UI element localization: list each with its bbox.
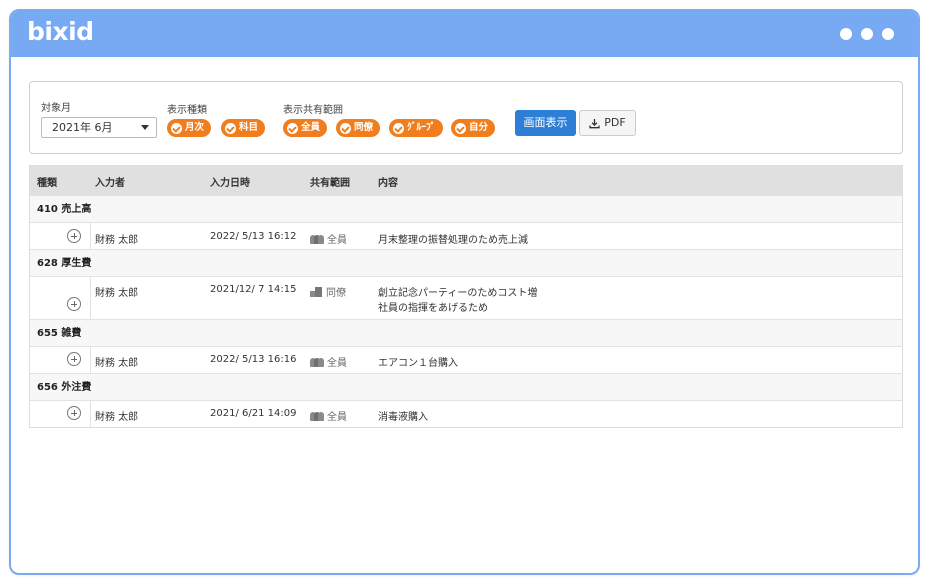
add-comment-icon[interactable] xyxy=(67,229,81,243)
pdf-button-label: PDF xyxy=(604,116,626,129)
comments-table: 種類 入力者 入力日時 共有範囲 内容 410 売上高 財務 太郎 2022/ … xyxy=(29,165,903,428)
add-comment-icon[interactable] xyxy=(67,352,81,366)
title-bar: bixid xyxy=(11,11,918,57)
add-comment-icon[interactable] xyxy=(67,406,81,420)
account-group-title: 628 厚生費 xyxy=(30,249,902,276)
type-label: 表示種類 xyxy=(167,105,207,116)
menu-dot xyxy=(840,28,852,40)
account-group-title: 656 外注費 xyxy=(30,373,902,400)
download-icon xyxy=(589,118,600,128)
display-button[interactable]: 画面表示 xyxy=(515,110,576,136)
scope-label: 全員 xyxy=(327,358,347,369)
scope-cell: 全員 xyxy=(310,231,347,246)
account-group-title: 410 売上高 xyxy=(30,195,902,222)
people-icon xyxy=(310,411,324,421)
bixid-logo: bixid xyxy=(27,17,94,46)
type-chip-account[interactable]: 科目 xyxy=(221,119,266,137)
row-action-cell xyxy=(30,401,91,427)
scope-label: 全員 xyxy=(327,412,347,423)
datetime-cell: 2022/ 5/13 16:12 xyxy=(210,231,297,242)
table-row: 財務 太郎 2022/ 5/13 16:12 全員 月末整理の振替処理のため売上… xyxy=(30,222,902,249)
pdf-button[interactable]: PDF xyxy=(579,110,636,136)
month-select[interactable]: 2021年 6月 xyxy=(41,117,157,138)
header-type: 種類 xyxy=(37,178,57,189)
chip-label: 月次 xyxy=(185,122,205,133)
scope-chip-colleague[interactable]: 同僚 xyxy=(336,119,381,137)
check-icon xyxy=(455,122,466,134)
people-icon xyxy=(310,234,324,244)
row-action-cell xyxy=(30,347,91,373)
account-group-title: 655 雑費 xyxy=(30,319,902,346)
scope-chip-self[interactable]: 自分 xyxy=(451,119,496,137)
chip-label: 科目 xyxy=(239,122,259,133)
datetime-cell: 2021/ 6/21 14:09 xyxy=(210,408,297,419)
add-comment-icon[interactable] xyxy=(67,297,81,311)
chevron-down-icon xyxy=(141,125,149,130)
inputter-cell: 財務 太郎 xyxy=(95,288,139,299)
scope-cell: 全員 xyxy=(310,354,347,369)
inputter-cell: 財務 太郎 xyxy=(95,412,139,423)
scope-label: 全員 xyxy=(327,235,347,246)
people-icon xyxy=(310,357,324,367)
scope-chip-group[interactable]: ｸﾞﾙｰﾌﾟ xyxy=(389,119,443,137)
chip-label: ｸﾞﾙｰﾌﾟ xyxy=(407,122,436,133)
month-select-value: 2021年 6月 xyxy=(52,121,113,134)
filter-panel: 対象月 2021年 6月 表示種類 月次 科目 表示共有範囲 全員 同僚 ｸﾞﾙ… xyxy=(29,81,903,154)
table-row: 財務 太郎 2021/ 6/21 14:09 全員 消毒液購入 xyxy=(30,400,902,427)
content-cell: 消毒液購入 xyxy=(378,412,428,423)
table-row: 財務 太郎 2021/12/ 7 14:15 同僚 創立記念パーティーのためコス… xyxy=(30,276,902,319)
check-icon xyxy=(287,122,298,134)
scope-label: 表示共有範囲 xyxy=(283,105,343,116)
content-cell: エアコン１台購入 xyxy=(378,358,458,369)
type-chip-monthly[interactable]: 月次 xyxy=(167,119,212,137)
datetime-cell: 2021/12/ 7 14:15 xyxy=(210,284,297,295)
chip-label: 全員 xyxy=(301,122,321,133)
content-cell: 月末整理の振替処理のため売上減 xyxy=(378,235,528,246)
scope-chip-all[interactable]: 全員 xyxy=(283,119,328,137)
header-scope: 共有範囲 xyxy=(310,178,350,189)
app-window: bixid 対象月 2021年 6月 表示種類 月次 科目 表示共有範囲 全員 xyxy=(9,9,920,575)
check-icon xyxy=(171,122,182,134)
header-inputter: 入力者 xyxy=(95,178,125,189)
chip-label: 自分 xyxy=(469,122,489,133)
inputter-cell: 財務 太郎 xyxy=(95,358,139,369)
inputter-cell: 財務 太郎 xyxy=(95,235,139,246)
menu-dot xyxy=(882,28,894,40)
content-cell: 創立記念パーティーのためコスト増 xyxy=(378,288,538,299)
check-icon xyxy=(340,122,351,134)
row-action-cell xyxy=(30,223,91,249)
row-action-cell xyxy=(30,277,91,319)
scope-cell: 同僚 xyxy=(310,284,346,299)
check-icon xyxy=(225,122,236,134)
header-content: 内容 xyxy=(378,178,398,189)
table-row: 財務 太郎 2022/ 5/13 16:16 全員 エアコン１台購入 xyxy=(30,346,902,373)
more-menu-icon[interactable] xyxy=(840,28,894,40)
datetime-cell: 2022/ 5/13 16:16 xyxy=(210,354,297,365)
building-icon xyxy=(310,286,323,297)
check-icon xyxy=(393,122,404,134)
scope-cell: 全員 xyxy=(310,408,347,423)
month-label: 対象月 xyxy=(41,103,71,114)
scope-label: 同僚 xyxy=(326,288,346,299)
menu-dot xyxy=(861,28,873,40)
table-header: 種類 入力者 入力日時 共有範囲 内容 xyxy=(30,166,902,195)
chip-label: 同僚 xyxy=(354,122,374,133)
header-datetime: 入力日時 xyxy=(210,178,250,189)
content-cell-line2: 社員の指揮をあげるため xyxy=(378,303,488,314)
